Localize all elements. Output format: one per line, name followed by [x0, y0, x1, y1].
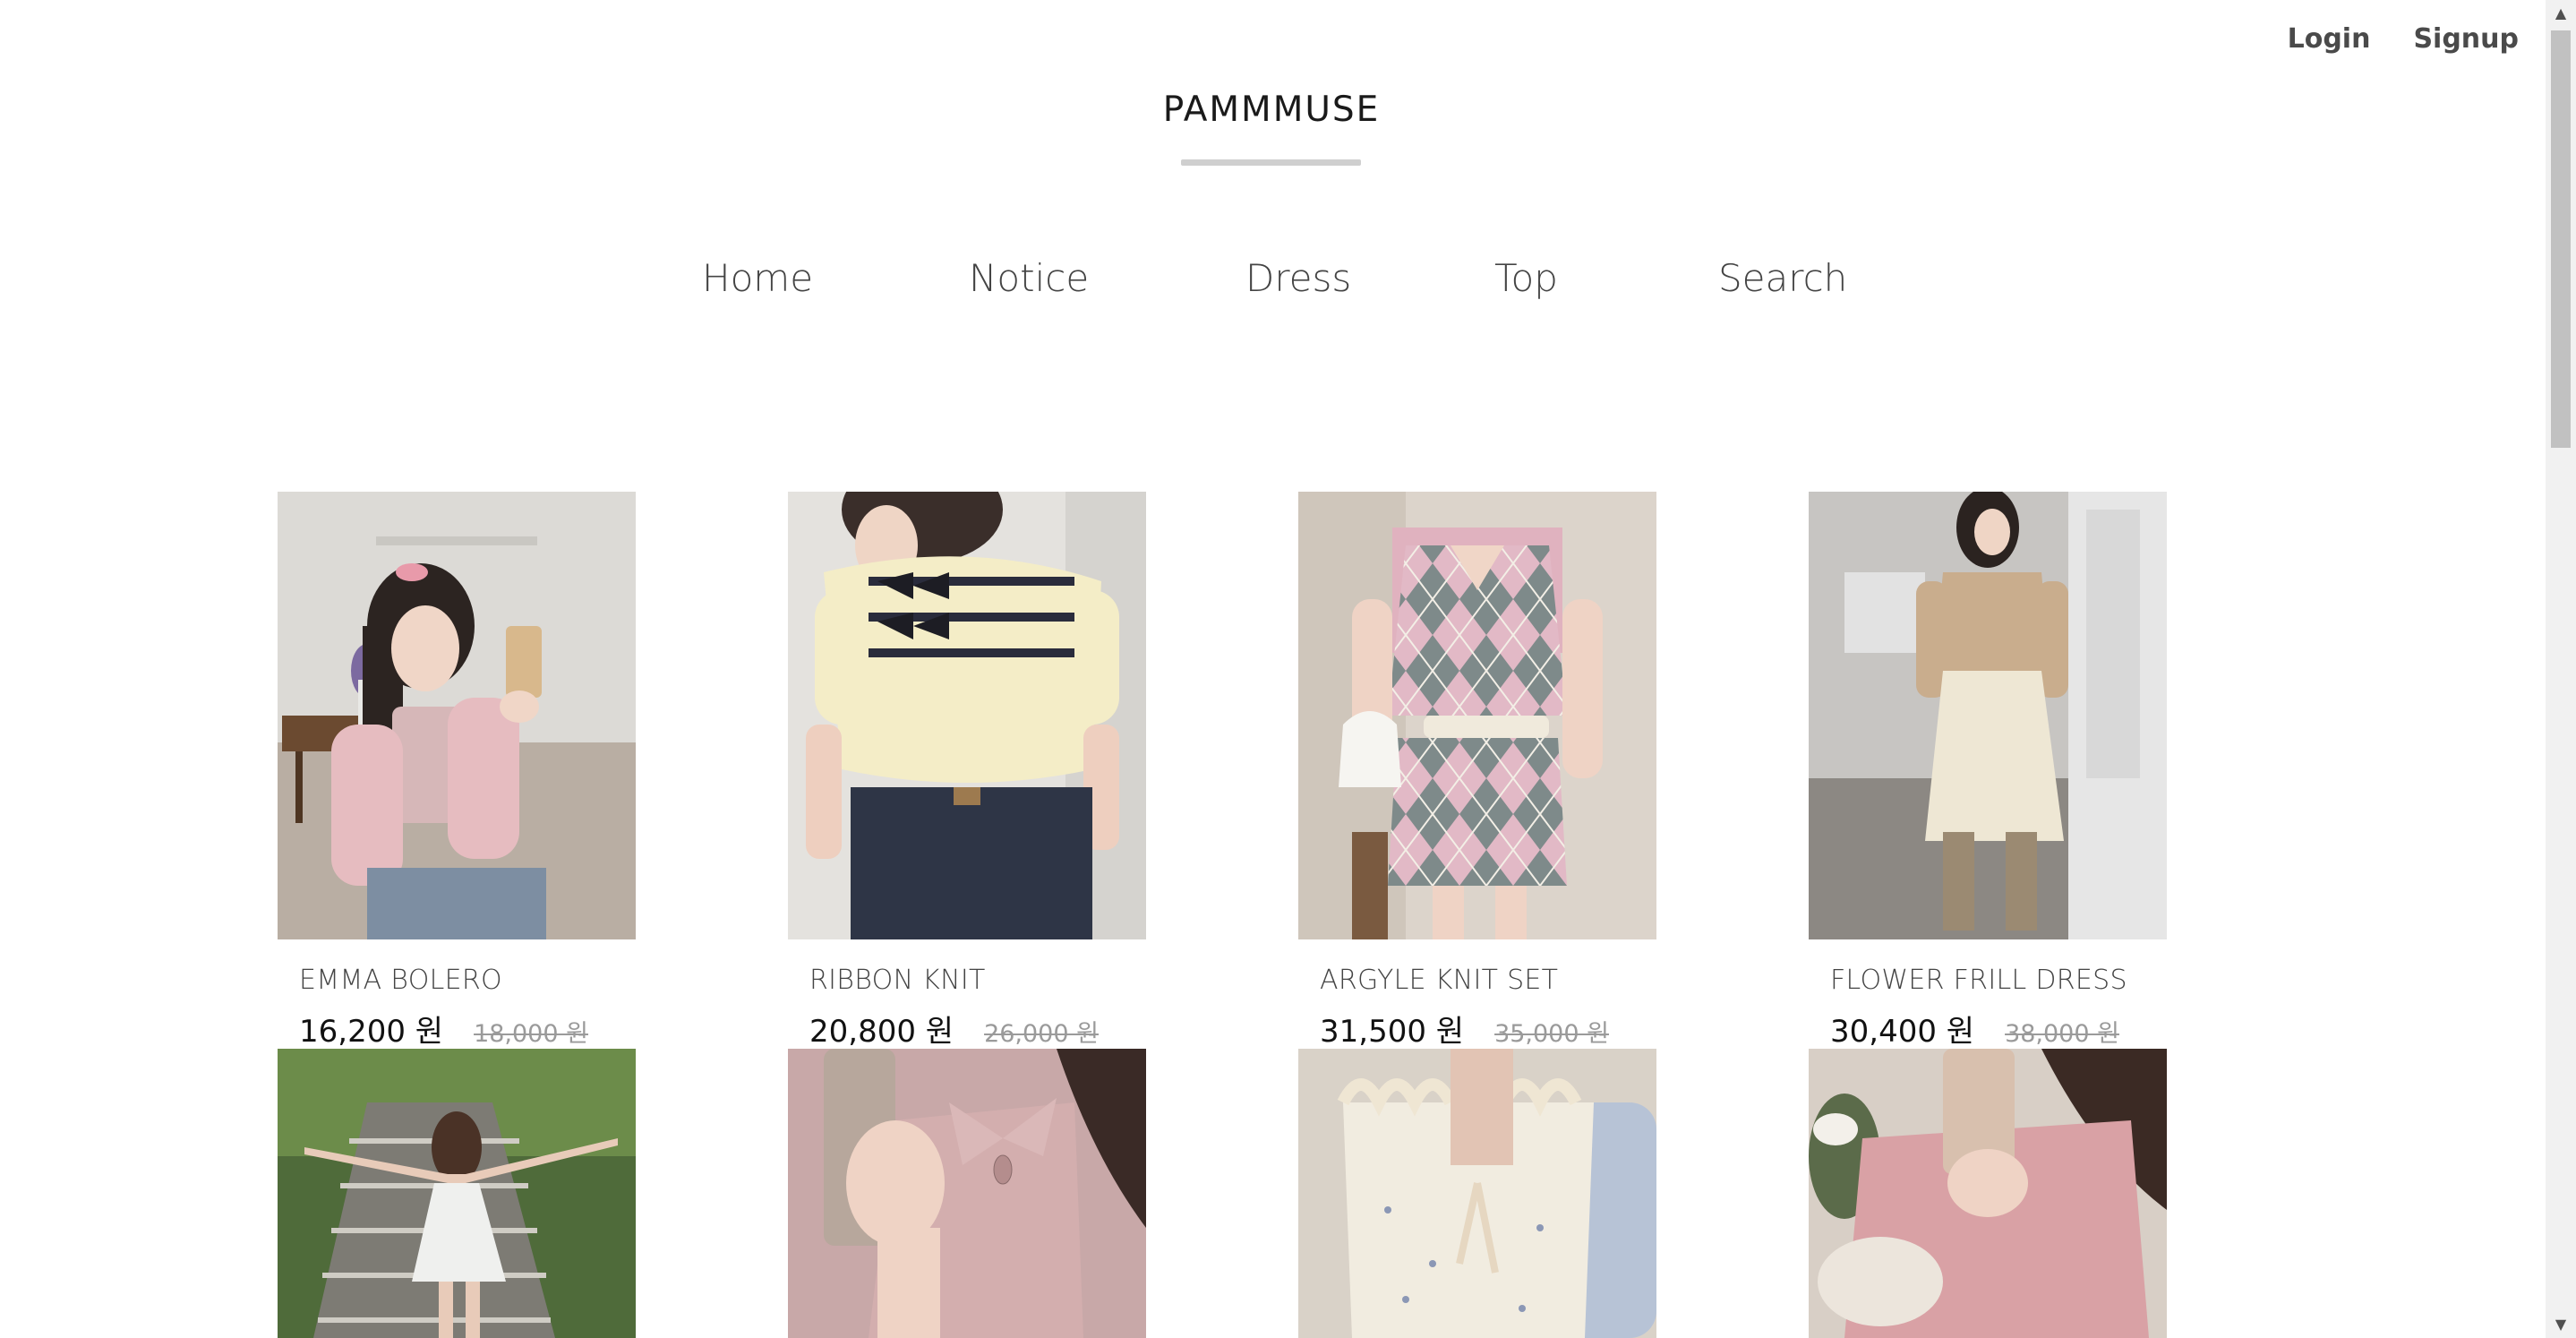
product-name[interactable]: ARGYLE KNIT SET: [1320, 965, 1656, 996]
product-image[interactable]: [278, 1049, 636, 1338]
ribbon-knit-photo-icon: [788, 492, 1146, 939]
sale-price: 31,500 원: [1320, 1014, 1465, 1050]
nav-top[interactable]: Top: [1494, 256, 1558, 300]
nav-notice[interactable]: Notice: [969, 256, 1089, 300]
product-image[interactable]: [788, 492, 1146, 939]
product-name[interactable]: FLOWER FRILL DRESS: [1830, 965, 2167, 996]
argyle-set-photo-icon: [1298, 492, 1656, 939]
product-image[interactable]: [1298, 1049, 1656, 1338]
product-name[interactable]: EMMA BOLERO: [299, 965, 636, 996]
frill-dress-photo-icon: [1809, 492, 2167, 939]
scroll-down-arrow-icon[interactable]: ▼: [2546, 1311, 2576, 1338]
product-card[interactable]: ARGYLE KNIT SET 31,500 원 35,000 원: [1298, 492, 1656, 1051]
nav-dress[interactable]: Dress: [1245, 256, 1351, 300]
vertical-scrollbar[interactable]: ▲ ▼: [2546, 0, 2576, 1338]
product-image[interactable]: [1809, 492, 2167, 939]
scrollbar-thumb[interactable]: [2551, 30, 2571, 448]
product-image[interactable]: [278, 492, 636, 939]
site-logo[interactable]: PAMMMUSE: [0, 90, 2543, 130]
product-image[interactable]: [1809, 1049, 2167, 1338]
price-row: 16,200 원 18,000 원: [299, 1007, 636, 1051]
nav-home[interactable]: Home: [702, 256, 813, 300]
pink-collar-top-photo-icon: [788, 1049, 1146, 1338]
auth-links: Login Signup: [2288, 23, 2519, 55]
bolero-photo-icon: [278, 492, 636, 939]
original-price: 35,000 원: [1494, 1020, 1609, 1048]
price-row: 20,800 원 26,000 원: [809, 1007, 1146, 1051]
product-card[interactable]: RIBBON KNIT 20,800 원 26,000 원: [788, 492, 1146, 1051]
pink-knit-photo-icon: [1809, 1049, 2167, 1338]
product-image[interactable]: [1298, 492, 1656, 939]
sale-price: 20,800 원: [809, 1014, 954, 1050]
page: Login Signup PAMMMUSE Home Notice Dress …: [0, 0, 2576, 1338]
original-price: 18,000 원: [474, 1020, 588, 1048]
price-row: 30,400 원 38,000 원: [1830, 1007, 2167, 1051]
original-price: 26,000 원: [984, 1020, 1099, 1048]
sale-price: 16,200 원: [299, 1014, 444, 1050]
product-card[interactable]: [1809, 1049, 2167, 1338]
nav-search[interactable]: Search: [1718, 256, 1847, 300]
product-card[interactable]: [788, 1049, 1146, 1338]
login-link[interactable]: Login: [2288, 23, 2371, 55]
logo-underline: [1181, 159, 1361, 166]
product-card[interactable]: [1298, 1049, 1656, 1338]
product-card[interactable]: FLOWER FRILL DRESS 30,400 원 38,000 원: [1809, 492, 2167, 1051]
product-image[interactable]: [788, 1049, 1146, 1338]
floral-frill-top-photo-icon: [1298, 1049, 1656, 1338]
product-card[interactable]: EMMA BOLERO 16,200 원 18,000 원: [278, 492, 636, 1051]
white-dress-photo-icon: [278, 1049, 636, 1338]
product-card[interactable]: [278, 1049, 636, 1338]
product-name[interactable]: RIBBON KNIT: [809, 965, 1146, 996]
sale-price: 30,400 원: [1830, 1014, 1975, 1050]
scroll-up-arrow-icon[interactable]: ▲: [2546, 0, 2576, 27]
original-price: 38,000 원: [2005, 1020, 2119, 1048]
price-row: 31,500 원 35,000 원: [1320, 1007, 1656, 1051]
signup-link[interactable]: Signup: [2413, 23, 2519, 55]
